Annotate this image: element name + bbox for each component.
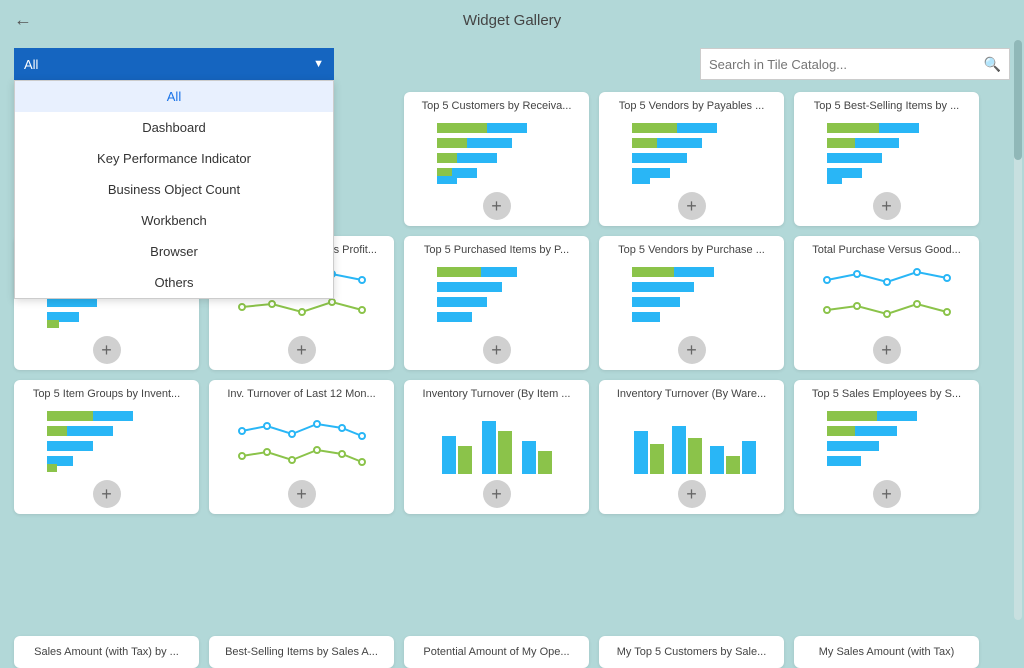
search-input[interactable] — [709, 57, 984, 72]
add-widget-button[interactable]: + — [483, 336, 511, 364]
widget-card-top5-vendors-payables: Top 5 Vendors by Payables ... + — [599, 92, 784, 226]
widget-card-top5-purchased-items: Top 5 Purchased Items by P... + — [404, 236, 589, 370]
add-widget-button[interactable]: + — [93, 336, 121, 364]
widget-card-top5-customers-receivable: Top 5 Customers by Receiva... + — [404, 92, 589, 226]
add-widget-button[interactable]: + — [678, 336, 706, 364]
bottom-card-title: Potential Amount of My Ope... — [423, 646, 569, 658]
widget-chart — [217, 406, 386, 476]
widget-title: Total Purchase Versus Good... — [802, 244, 971, 256]
widget-card-inv-turnover-12months: Inv. Turnover of Last 12 Mon... — [209, 380, 394, 514]
search-wrapper: 🔍 — [344, 48, 1010, 80]
widget-card-top5-sales-employees: Top 5 Sales Employees by S... + — [794, 380, 979, 514]
widget-chart — [412, 262, 581, 332]
header: ← Widget Gallery — [0, 0, 1024, 40]
widget-title: Top 5 Best-Selling Items by ... — [802, 100, 971, 112]
widget-chart — [802, 406, 971, 476]
scrollbar-thumb[interactable] — [1014, 40, 1022, 160]
add-widget-button[interactable]: + — [93, 480, 121, 508]
widget-title: Top 5 Vendors by Purchase ... — [607, 244, 776, 256]
gallery-row-3: Top 5 Item Groups by Invent... + Inv. Tu… — [14, 380, 1010, 514]
widget-title: Inventory Turnover (By Item ... — [412, 388, 581, 400]
menu-item-workbench[interactable]: Workbench — [15, 205, 333, 236]
widget-title: Top 5 Vendors by Payables ... — [607, 100, 776, 112]
widget-chart — [607, 262, 776, 332]
widget-card-top5-item-groups-inventory: Top 5 Item Groups by Invent... + — [14, 380, 199, 514]
widget-chart — [412, 118, 581, 188]
search-icon: 🔍 — [984, 56, 1001, 73]
widget-card-inventory-turnover-item: Inventory Turnover (By Item ... + — [404, 380, 589, 514]
toolbar: All ▼ All Dashboard Key Performance Indi… — [0, 40, 1024, 88]
bottom-card-potential-amount: Potential Amount of My Ope... — [404, 636, 589, 668]
menu-item-boc[interactable]: Business Object Count — [15, 174, 333, 205]
menu-item-kpi[interactable]: Key Performance Indicator — [15, 143, 333, 174]
widget-chart — [607, 406, 776, 476]
page-title: Widget Gallery — [463, 12, 561, 29]
widget-card-top5-vendors-purchase: Top 5 Vendors by Purchase ... + — [599, 236, 784, 370]
widget-title: Inv. Turnover of Last 12 Mon... — [217, 388, 386, 400]
widget-title: Top 5 Customers by Receiva... — [412, 100, 581, 112]
dropdown-menu: All Dashboard Key Performance Indicator … — [14, 80, 334, 299]
widget-title: Top 5 Item Groups by Invent... — [22, 388, 191, 400]
bottom-card-title: Sales Amount (with Tax) by ... — [34, 646, 179, 658]
widget-chart — [22, 406, 191, 476]
category-dropdown[interactable]: All ▼ All Dashboard Key Performance Indi… — [14, 48, 334, 80]
widget-chart — [802, 262, 971, 332]
menu-item-dashboard[interactable]: Dashboard — [15, 112, 333, 143]
widget-title: Top 5 Purchased Items by P... — [412, 244, 581, 256]
add-widget-button[interactable]: + — [873, 192, 901, 220]
dropdown-button[interactable]: All ▼ — [14, 48, 334, 80]
add-widget-button[interactable]: + — [873, 336, 901, 364]
menu-item-browser[interactable]: Browser — [15, 236, 333, 267]
scrollbar-track — [1014, 40, 1022, 620]
add-widget-button[interactable]: + — [678, 480, 706, 508]
back-button[interactable]: ← — [14, 10, 32, 31]
add-widget-button[interactable]: + — [288, 480, 316, 508]
add-widget-button[interactable]: + — [483, 480, 511, 508]
bottom-titles-row: Sales Amount (with Tax) by ... Best-Sell… — [0, 628, 1024, 668]
widget-card-inventory-turnover-warehouse: Inventory Turnover (By Ware... + — [599, 380, 784, 514]
bottom-card-title: My Top 5 Customers by Sale... — [617, 646, 767, 658]
widget-chart — [802, 118, 971, 188]
menu-item-all[interactable]: All — [15, 81, 333, 112]
bottom-card-bestselling-sales: Best-Selling Items by Sales A... — [209, 636, 394, 668]
widget-card-total-purchase-goods: Total Purchase Versus Good... — [794, 236, 979, 370]
widget-chart — [607, 118, 776, 188]
add-widget-button[interactable]: + — [873, 480, 901, 508]
add-widget-button[interactable]: + — [483, 192, 511, 220]
widget-chart — [412, 406, 581, 476]
search-box[interactable]: 🔍 — [700, 48, 1010, 80]
bottom-card-title: Best-Selling Items by Sales A... — [225, 646, 378, 658]
widget-title: Top 5 Sales Employees by S... — [802, 388, 971, 400]
bottom-card-sales-amount: Sales Amount (with Tax) by ... — [14, 636, 199, 668]
bottom-card-my-sales-amount: My Sales Amount (with Tax) — [794, 636, 979, 668]
add-widget-button[interactable]: + — [678, 192, 706, 220]
chevron-down-icon: ▼ — [313, 58, 324, 70]
menu-item-others[interactable]: Others — [15, 267, 333, 298]
bottom-card-title: My Sales Amount (with Tax) — [819, 646, 955, 658]
bottom-card-my-top5-customers: My Top 5 Customers by Sale... — [599, 636, 784, 668]
widget-title: Inventory Turnover (By Ware... — [607, 388, 776, 400]
widget-card-top5-bestselling: Top 5 Best-Selling Items by ... + — [794, 92, 979, 226]
dropdown-selected-value: All — [24, 57, 38, 72]
add-widget-button[interactable]: + — [288, 336, 316, 364]
